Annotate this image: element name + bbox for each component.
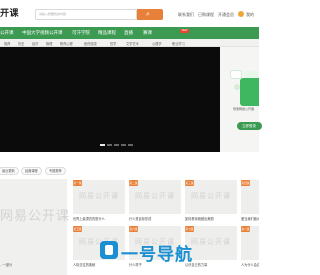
contact-link[interactable]: 联系我们 (178, 12, 194, 18)
promo-illustration (240, 78, 259, 106)
course-title[interactable]: 如何看待她做出美丽 (185, 216, 239, 221)
login-button[interactable]: 立即登录 (237, 122, 262, 130)
category-bar: 推荐 历史 经济 管理 教育心理 医药健康 哲学 文学艺术 心理学 职业学习 (0, 39, 259, 47)
category-item[interactable]: 经济 (32, 41, 38, 46)
category-item[interactable]: 心理学 (152, 41, 162, 46)
navigation-logo-icon (100, 241, 118, 259)
category-item[interactable]: 文学艺术 (126, 41, 139, 46)
category-item[interactable]: 推荐 (4, 41, 10, 46)
episode-badge: 第六集 (129, 226, 138, 232)
carousel-dot[interactable] (107, 144, 112, 146)
course-title[interactable]: 什么是目标形成 (129, 216, 183, 221)
category-item[interactable]: 管理 (46, 41, 52, 46)
search-input[interactable]: 请输入想要找的内容 (35, 9, 137, 20)
promo-text: 登录网易公开课 (233, 107, 255, 111)
search-button[interactable]: ⌕ (137, 9, 163, 20)
avatar[interactable] (238, 11, 244, 17)
featured-caption: ...一部分 (0, 263, 13, 267)
vip-link[interactable]: 开通会员 (218, 12, 234, 18)
category-item[interactable]: 职业学习 (172, 41, 185, 46)
course-title[interactable]: 爱当我们面对一切 (241, 216, 259, 221)
episode-badge: 第七集 (185, 226, 194, 232)
episode-badge: 第四集 (241, 180, 250, 186)
tag-featured[interactable]: 专题推荐 (45, 167, 66, 175)
nav-item-khan-academy[interactable]: 可汗学院 (72, 30, 90, 36)
course-title[interactable]: 人际交往的奥秘 (73, 262, 127, 267)
episode-badge: 第八集 (241, 226, 250, 232)
course-title[interactable]: 世界上最漂亮的是什么 (73, 216, 127, 221)
featured-course-card[interactable] (0, 179, 67, 275)
chat-bubble-icon (230, 70, 242, 79)
carousel-dot[interactable] (121, 144, 126, 146)
category-item[interactable]: 医药健康 (84, 41, 97, 46)
watermark: 网易公开课 (191, 193, 231, 200)
site-logo[interactable]: 开课 (0, 6, 19, 19)
category-item[interactable]: 历史 (18, 41, 24, 46)
search-icon: ⌕ (146, 11, 150, 18)
user-icon (234, 84, 240, 90)
category-item[interactable]: 哲学 (110, 41, 116, 46)
episode-badge: 第一集 (73, 180, 82, 186)
nav-item-open-course[interactable]: 公开课 (0, 30, 14, 36)
main-nav: 公开课 中国大学视频公开课 可汗学院 精品课程 直播 赛课 (0, 27, 259, 39)
course-title[interactable]: 认识自己的力量 (185, 262, 239, 267)
category-item[interactable]: 教育心理 (60, 41, 73, 46)
tag-classic[interactable]: 经典课程 (21, 167, 42, 175)
new-badge: NEW (180, 29, 189, 33)
carousel-dot[interactable] (100, 144, 105, 146)
episode-badge: 第二集 (129, 180, 138, 186)
nav-item-premium[interactable]: 精品课程 (98, 30, 116, 36)
hero-banner[interactable] (0, 47, 220, 152)
nav-item-contest[interactable]: 赛课 (143, 30, 152, 36)
episode-badge: 第五集 (73, 226, 82, 232)
watermark: 网易公开课 (135, 193, 175, 200)
user-menu[interactable]: 我的 (246, 12, 254, 18)
nav-item-china-university[interactable]: 中国大学视频公开课 (22, 30, 63, 36)
episode-badge: 第三集 (185, 180, 194, 186)
nav-item-live[interactable]: 直播 (124, 30, 133, 36)
carousel-dot[interactable] (114, 144, 119, 146)
watermark: 网易公开课 (0, 208, 71, 223)
overlay-text: 一号导航 (121, 245, 193, 264)
watermark: 网易公开课 (79, 193, 119, 200)
tag-latest[interactable]: 最近更新 (0, 167, 19, 175)
carousel-dot[interactable] (128, 144, 133, 146)
purchased-link[interactable]: 已购课程 (198, 12, 214, 18)
course-title[interactable]: 人为什么会自卑 (241, 262, 259, 267)
